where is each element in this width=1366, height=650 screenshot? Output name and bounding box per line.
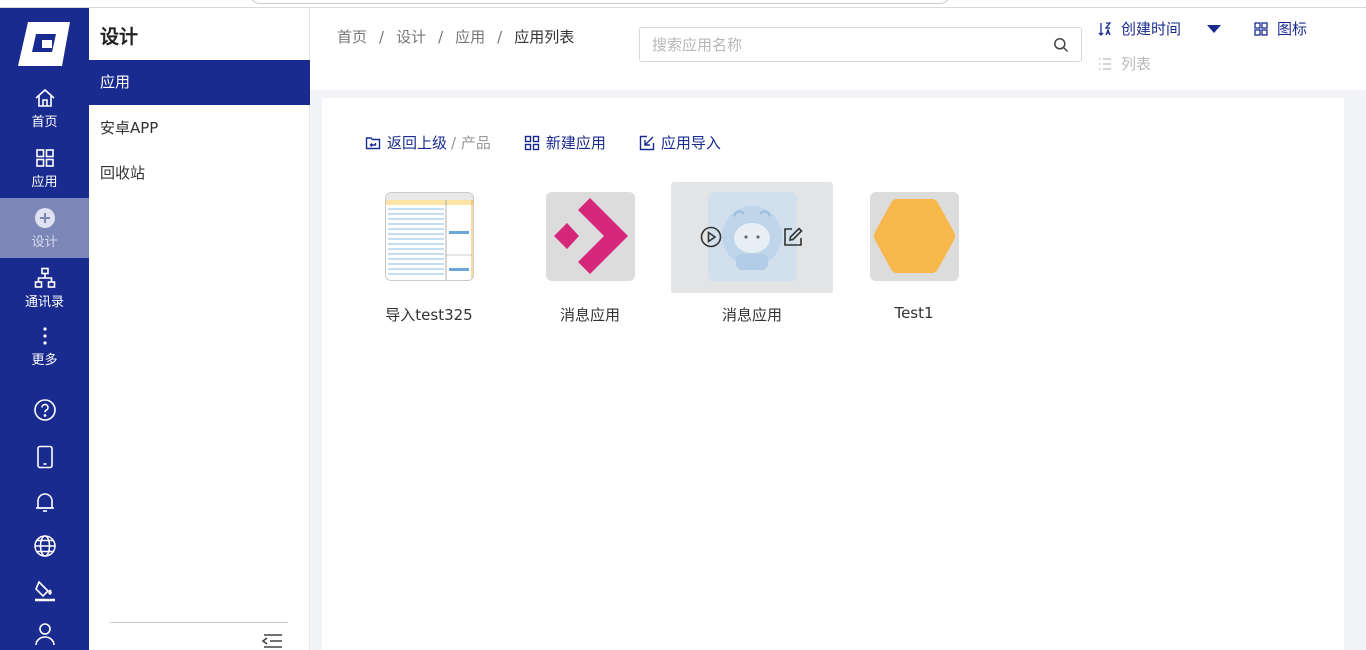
- nav-apps-label: 应用: [31, 174, 58, 190]
- sidebar-divider: [110, 622, 288, 623]
- design-sidebar: 设计 应用 安卓APP 回收站: [89, 8, 310, 650]
- nav-home[interactable]: 首页: [0, 78, 89, 138]
- app-thumbnail-yellow-hexagon: [870, 192, 959, 281]
- breadcrumb-apps[interactable]: 应用: [455, 28, 485, 46]
- sort-az-icon: [1098, 21, 1112, 36]
- mobile-icon[interactable]: [33, 445, 57, 469]
- view-list-toggle[interactable]: 列表: [1098, 53, 1151, 74]
- new-app-label: 新建应用: [545, 134, 606, 152]
- import-icon: [639, 135, 655, 150]
- caret-down-icon: [1207, 24, 1222, 33]
- sidebar-item-android-app[interactable]: 安卓APP: [89, 106, 310, 151]
- search-box: [639, 27, 1082, 62]
- breadcrumb-separator: /: [497, 28, 503, 46]
- main-nav: 首页 应用 设计 通讯录 更多: [0, 8, 89, 650]
- collapse-menu-icon[interactable]: [261, 632, 283, 650]
- nav-design-label: 设计: [31, 234, 58, 250]
- org-chart-icon: [34, 267, 56, 289]
- app-thumbnail-pink-diamond: [546, 192, 635, 281]
- back-folder-icon: [365, 136, 381, 149]
- search-input[interactable]: [640, 28, 1030, 61]
- grid-view-icon: [1254, 21, 1268, 36]
- home-icon: [34, 87, 56, 109]
- sidebar-title: 设计: [100, 26, 139, 48]
- app-thumbnail-table-image: [385, 192, 474, 281]
- breadcrumb-design[interactable]: 设计: [396, 28, 426, 46]
- view-list-label: 列表: [1121, 55, 1152, 73]
- app-name: 导入test325: [385, 306, 473, 324]
- breadcrumb-home[interactable]: 首页: [337, 28, 367, 46]
- back-button[interactable]: 返回上级 / 产品: [365, 132, 491, 153]
- breadcrumb-separator: /: [379, 28, 385, 46]
- yellow-hexagon-logo: [874, 199, 955, 273]
- top-header: 首页 / 设计 / 应用 / 应用列表 创建时间 图标 列表: [310, 8, 1366, 90]
- logo-icon: [18, 22, 70, 66]
- breadcrumb-current: 应用列表: [514, 28, 575, 46]
- content-panel: 返回上级 / 产品 新建应用 应用导入 导入test325 消息应用 消息应用 …: [322, 98, 1344, 650]
- app-name: 消息应用: [721, 306, 782, 324]
- sort-label: 创建时间: [1121, 20, 1182, 38]
- grid-add-icon: [524, 135, 540, 150]
- bell-icon[interactable]: [33, 490, 57, 514]
- app-card-hovered[interactable]: 消息应用: [671, 182, 833, 332]
- nav-contacts[interactable]: 通讯录: [0, 258, 89, 318]
- search-icon[interactable]: [1053, 37, 1069, 53]
- app-name: 消息应用: [559, 306, 620, 324]
- nav-more[interactable]: 更多: [0, 316, 89, 376]
- action-toolbar: 返回上级 / 产品 新建应用 应用导入: [365, 132, 721, 153]
- sidebar-item-apps[interactable]: 应用: [89, 60, 310, 105]
- paint-bucket-icon[interactable]: [33, 578, 57, 602]
- play-icon[interactable]: [700, 226, 722, 248]
- sort-dropdown[interactable]: 创建时间: [1098, 18, 1222, 39]
- import-app-button[interactable]: 应用导入: [639, 132, 721, 153]
- view-grid-label: 图标: [1277, 20, 1308, 38]
- list-view-icon: [1099, 57, 1111, 70]
- nav-home-label: 首页: [31, 114, 58, 130]
- new-app-button[interactable]: 新建应用: [524, 132, 606, 153]
- pink-diamond-logo: [554, 198, 628, 274]
- table-thumbnail-image: [386, 193, 473, 280]
- nav-design[interactable]: 设计: [0, 198, 89, 258]
- plus-circle-icon: [34, 207, 56, 229]
- app-card[interactable]: 导入test325: [348, 182, 510, 332]
- app-card[interactable]: Test1: [833, 182, 995, 332]
- browser-top-edge: [0, 0, 1366, 8]
- edit-icon[interactable]: [782, 226, 804, 248]
- view-grid-toggle[interactable]: 图标: [1254, 18, 1307, 39]
- window-edge: [250, 0, 950, 4]
- import-label: 应用导入: [660, 134, 721, 152]
- nav-contacts-label: 通讯录: [24, 294, 64, 310]
- breadcrumb-separator: /: [438, 28, 444, 46]
- nav-more-label: 更多: [31, 352, 58, 368]
- breadcrumb: 首页 / 设计 / 应用 / 应用列表: [337, 26, 574, 47]
- user-icon[interactable]: [33, 622, 57, 646]
- back-label: 返回上级: [387, 134, 448, 152]
- help-icon[interactable]: [33, 398, 57, 422]
- nav-apps[interactable]: 应用: [0, 138, 89, 198]
- globe-icon[interactable]: [33, 534, 57, 558]
- back-subpath: / 产品: [451, 134, 491, 152]
- more-vertical-icon: [34, 325, 56, 347]
- app-name: Test1: [894, 304, 934, 322]
- sidebar-item-recycle-bin[interactable]: 回收站: [89, 151, 310, 196]
- apps-grid-icon: [34, 147, 56, 169]
- app-card[interactable]: 消息应用: [509, 182, 671, 332]
